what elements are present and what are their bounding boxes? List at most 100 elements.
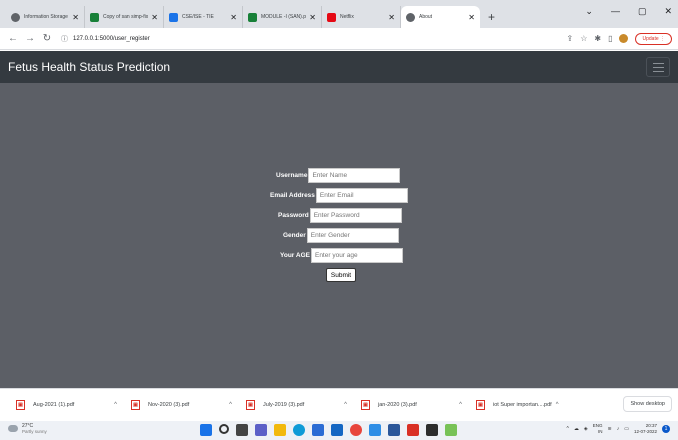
terminal-icon[interactable] [426, 424, 438, 436]
word-icon[interactable] [388, 424, 400, 436]
navbar-brand[interactable]: Fetus Health Status Prediction [8, 60, 170, 74]
close-icon[interactable]: ✕ [388, 13, 395, 22]
download-filename: Nov-2020 (3).pdf [148, 402, 190, 408]
pinned-apps [200, 424, 457, 436]
form-row-username: Username [276, 167, 401, 183]
browser-tab[interactable]: Information Storage a ✕ [6, 6, 85, 28]
browser-tab-active[interactable]: About ✕ [401, 6, 480, 28]
username-label: Username [276, 171, 308, 179]
age-label: Your AGE [280, 251, 310, 259]
file-explorer-icon[interactable] [274, 424, 286, 436]
bookmark-star-icon[interactable]: ☆ [580, 34, 587, 43]
tab-label: About [419, 14, 433, 20]
extensions-icon[interactable]: ✱ [594, 34, 601, 43]
chevron-up-icon[interactable]: ^ [114, 402, 117, 408]
email-input[interactable] [315, 187, 408, 203]
close-icon[interactable]: ✕ [309, 13, 316, 22]
tab-label: CSE/ISE - TIE [182, 14, 214, 20]
cloud-sync-icon[interactable]: ☁ [574, 426, 579, 432]
hamburger-icon [652, 62, 664, 64]
url-field[interactable]: ⓘ 127.0.0.1:5000/user_register [57, 31, 567, 47]
minimize-button[interactable]: — [611, 6, 620, 17]
close-icon[interactable]: ✕ [72, 13, 79, 22]
close-window-button[interactable]: ✕ [664, 6, 672, 17]
download-filename: Aug-2021 (1).pdf [33, 402, 75, 408]
language-indicator[interactable]: ENG IN [593, 423, 603, 435]
wifi-icon[interactable]: ≋ [608, 426, 612, 432]
chevron-up-icon[interactable]: ^ [567, 426, 569, 432]
chevron-up-icon[interactable]: ^ [229, 402, 232, 408]
reload-icon[interactable]: ↻ [40, 33, 54, 44]
search-icon[interactable] [219, 424, 229, 434]
browser-tab[interactable]: Netflix ✕ [322, 6, 401, 28]
password-input[interactable] [309, 207, 402, 223]
drive-icon [90, 12, 99, 22]
form-row-age: Your AGE [280, 247, 403, 263]
chevron-up-icon[interactable]: ^ [556, 402, 559, 408]
age-input[interactable] [310, 247, 403, 263]
security-icon[interactable]: ◈ [584, 426, 588, 432]
chrome-icon[interactable] [350, 424, 362, 436]
chevron-up-icon[interactable]: ^ [344, 402, 347, 408]
windows-start-icon[interactable] [200, 424, 212, 436]
profile-avatar[interactable] [619, 34, 629, 43]
hamburger-line [652, 70, 664, 72]
site-icon [169, 12, 178, 22]
download-item[interactable]: ▣ jan-2020 (3).pdf ^ [361, 400, 476, 410]
forward-icon[interactable]: → [23, 33, 37, 44]
browser-tab[interactable]: MODULE -I (SAN).pdf ✕ [243, 6, 322, 28]
download-item[interactable]: ▣ Aug-2021 (1).pdf ^ [16, 400, 131, 410]
task-view-icon[interactable] [236, 424, 248, 436]
close-icon[interactable]: ✕ [151, 13, 158, 22]
form-row-gender: Gender [283, 227, 399, 243]
back-icon[interactable]: ← [6, 33, 20, 44]
download-item[interactable]: ▣ iot Super importan....pdf ^ [476, 400, 606, 410]
battery-icon[interactable]: ▭ [624, 426, 629, 432]
close-icon[interactable]: ✕ [230, 13, 237, 22]
hamburger-line [652, 66, 664, 68]
download-item[interactable]: ▣ July-2019 (3).pdf ^ [246, 400, 361, 410]
store-icon[interactable] [312, 424, 324, 436]
windows-taskbar: 27°C Partly sunny ^ ☁ ◈ ENG IN ≋ ♪ ▭ 20:… [0, 421, 678, 440]
new-tab-button[interactable]: + [488, 6, 495, 28]
weather-text: 27°C Partly sunny [22, 423, 47, 434]
download-filename: iot Super importan....pdf [493, 402, 552, 408]
pdf-app-icon[interactable] [407, 424, 419, 436]
system-tray: ^ ☁ ◈ ENG IN ≋ ♪ ▭ 20:37 12-07-2022 1 [567, 423, 670, 435]
lang-region: IN [598, 429, 603, 434]
submit-button[interactable]: Submit [326, 268, 356, 282]
globe-icon [11, 12, 20, 22]
weather-desc: Partly sunny [22, 429, 47, 434]
password-label: Password [278, 211, 309, 219]
chevron-up-icon[interactable]: ^ [459, 402, 462, 408]
tab-label: MODULE -I (SAN).pdf [261, 14, 307, 20]
close-icon[interactable]: ✕ [468, 13, 475, 22]
chat-icon[interactable] [255, 424, 267, 436]
show-desktop-button[interactable]: Show desktop [623, 396, 672, 412]
navbar-toggler[interactable] [646, 57, 670, 77]
clock[interactable]: 20:37 12-07-2022 [634, 423, 657, 435]
mail-icon[interactable] [331, 424, 343, 436]
update-button[interactable]: Update ⋮ [635, 32, 672, 45]
share-icon[interactable]: ⇪ [567, 34, 574, 43]
gender-label: Gender [283, 231, 306, 239]
address-bar: ← → ↻ ⓘ 127.0.0.1:5000/user_register ⇪ ☆… [0, 28, 678, 50]
weather-widget[interactable]: 27°C Partly sunny [8, 423, 47, 434]
download-item[interactable]: ▣ Nov-2020 (3).pdf ^ [131, 400, 246, 410]
android-icon[interactable] [445, 424, 457, 436]
vscode-icon[interactable] [369, 424, 381, 436]
site-info-icon[interactable]: ⓘ [61, 34, 68, 44]
pdf-file-icon: ▣ [246, 400, 255, 410]
maximize-button[interactable]: ▢ [638, 6, 647, 17]
tab-label: Copy of san simp-fix [103, 14, 149, 20]
volume-icon[interactable]: ♪ [617, 426, 620, 432]
browser-tab[interactable]: Copy of san simp-fix ✕ [85, 6, 164, 28]
edge-icon[interactable] [293, 424, 305, 436]
notification-badge[interactable]: 1 [662, 425, 670, 433]
tab-search-icon[interactable]: ⌄ [585, 6, 593, 17]
form-row-email: Email Address [270, 187, 408, 203]
username-input[interactable] [308, 167, 401, 183]
sidepanel-icon[interactable]: ▯ [608, 34, 612, 43]
browser-tab[interactable]: CSE/ISE - TIE ✕ [164, 6, 243, 28]
gender-input[interactable] [306, 227, 399, 243]
